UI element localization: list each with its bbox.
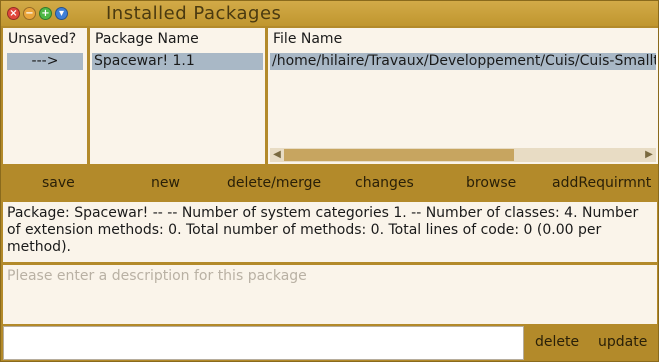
package-name-list[interactable]: Package Name Spacewar! 1.1: [90, 28, 265, 164]
close-icon[interactable]: ×: [7, 7, 20, 20]
unsaved-list[interactable]: Unsaved? --->: [3, 28, 87, 164]
scrollbar-thumb[interactable]: [284, 149, 514, 161]
unsaved-header: Unsaved?: [8, 31, 77, 47]
window-menu-icon[interactable]: ▾: [55, 7, 68, 20]
scroll-right-icon[interactable]: ▶: [642, 148, 656, 162]
toolbar: save new delete/merge changes browse add…: [1, 167, 658, 200]
new-button[interactable]: new: [151, 175, 180, 191]
description-textarea[interactable]: Please enter a description for this pack…: [3, 265, 657, 324]
list-item[interactable]: /home/hilaire/Travaux/Developpement/Cuis…: [270, 53, 656, 70]
update-button[interactable]: update: [598, 334, 647, 350]
file-name-list[interactable]: File Name /home/hilaire/Travaux/Developp…: [268, 28, 658, 164]
installed-packages-window: × − + ▾ Installed Packages Unsaved? --->…: [0, 0, 659, 362]
title-bar[interactable]: × − + ▾ Installed Packages: [1, 1, 658, 26]
window-title: Installed Packages: [106, 3, 282, 24]
delete-merge-button[interactable]: delete/merge: [227, 175, 321, 191]
add-requirement-button[interactable]: addRequirmnt: [552, 175, 651, 191]
package-name-header: Package Name: [95, 31, 199, 47]
file-name-header: File Name: [273, 31, 343, 47]
browse-button[interactable]: browse: [466, 175, 516, 191]
delete-button[interactable]: delete: [535, 334, 579, 350]
list-item[interactable]: --->: [7, 53, 83, 70]
horizontal-scrollbar[interactable]: ◀ ▶: [270, 148, 656, 162]
changes-button[interactable]: changes: [355, 175, 414, 191]
requirement-input[interactable]: [3, 326, 524, 360]
scroll-left-icon[interactable]: ◀: [270, 148, 284, 162]
save-button[interactable]: save: [42, 175, 75, 191]
description-placeholder: Please enter a description for this pack…: [7, 268, 307, 284]
package-info-text: Package: Spacewar! -- -- Number of syste…: [3, 202, 657, 262]
expand-icon[interactable]: +: [39, 7, 52, 20]
minimize-icon[interactable]: −: [23, 7, 36, 20]
list-item[interactable]: Spacewar! 1.1: [92, 53, 263, 70]
